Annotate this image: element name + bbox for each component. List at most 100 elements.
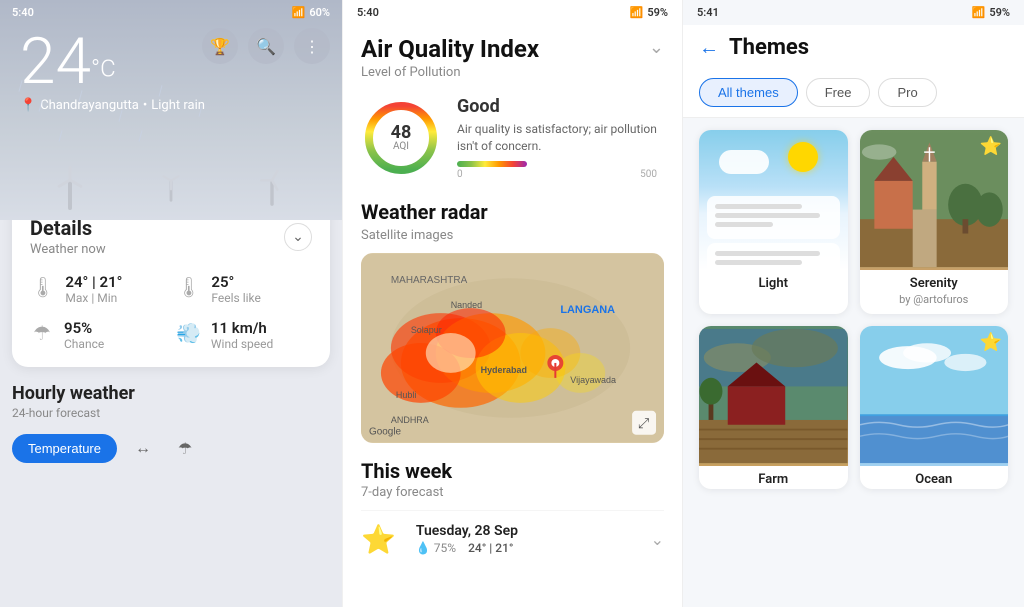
temperature-tab[interactable]: Temperature [12, 434, 117, 463]
aqi-range-bar [457, 161, 527, 167]
top-icons: 🏆 🔍 ⋮ [202, 28, 330, 64]
radar-section: Weather radar Satellite images [361, 200, 664, 443]
status-time-p1: 5:40 [12, 6, 34, 19]
stat-temp-value: 24° | 21° [65, 273, 122, 291]
aqi-title: Air Quality Index [361, 35, 539, 63]
forecast-expand-1[interactable]: ⌄ [651, 530, 664, 549]
windmill-3 [261, 158, 281, 206]
signal-icon-p2: 📶 [630, 6, 644, 19]
stat-feels-like: 🌡 25° Feels like [176, 273, 312, 305]
wind-tab-icon[interactable]: ↔ [127, 432, 159, 464]
svg-text:Hyderabad: Hyderabad [481, 365, 527, 375]
forecast-details-1: 💧 75% 24° | 21° [416, 541, 518, 555]
signal-icon-p3: 📶 [972, 6, 986, 19]
panel-air-quality: 5:40 📶 59% Air Quality Index Level of Po… [342, 0, 682, 607]
svg-text:ANDHRA: ANDHRA [391, 414, 429, 424]
status-time-p2: 5:40 [357, 6, 379, 19]
blade [162, 175, 172, 182]
theme-card-light[interactable]: Light [699, 130, 848, 314]
farm-scene [699, 326, 848, 466]
filter-free[interactable]: Free [806, 78, 871, 107]
forecast-row-1[interactable]: ⭐ Tuesday, 28 Sep 💧 75% 24° | 21° ⌄ [361, 510, 664, 568]
theme-preview-serenity: ⭐ [860, 130, 1009, 270]
details-card: Details Weather now ⌄ 🌡 24° | 21° Max | … [12, 200, 330, 367]
sun-decoration [788, 142, 818, 172]
rain-tab-icon[interactable]: ☂ [169, 432, 201, 464]
panel2-content: Air Quality Index Level of Pollution ⌄ [343, 25, 682, 568]
stat-feels-label: Feels like [211, 291, 261, 305]
stat-chance-group: 95% Chance [64, 319, 104, 351]
stat-temperature: 🌡 24° | 21° Max | Min [30, 273, 166, 305]
radar-svg: MAHARASHTRA LANGANA Solapur Nanded Hyder… [361, 253, 664, 443]
stat-wind-label: Wind speed [211, 337, 273, 351]
battery-p1: 60% [309, 6, 330, 19]
stat-feels-group: 25° Feels like [211, 273, 261, 305]
windmill-2 [163, 162, 180, 201]
star-badge-ocean: ⭐ [980, 332, 1002, 353]
back-button[interactable]: ← [699, 35, 719, 60]
thisweek-title: This week [361, 459, 664, 483]
theme-name-ocean: Ocean [860, 466, 1009, 489]
aqi-gauge-row: 48 AQI Good Air quality is satisfactory;… [361, 96, 664, 180]
rain-icon: ☂ [30, 321, 54, 345]
windmill-1 [58, 154, 82, 210]
weather-stats: 🌡 24° | 21° Max | Min 🌡 25° Feels like ☂… [30, 273, 312, 351]
wind-icon: 💨 [176, 321, 201, 345]
preview-line [715, 222, 773, 227]
signal-icon: 📶 [292, 6, 306, 19]
weather-background: 5:40 📶 60% 24°C 📍 Chandrayangutta • Ligh… [0, 0, 342, 220]
radar-map[interactable]: MAHARASHTRA LANGANA Solapur Nanded Hyder… [361, 253, 664, 443]
temp-unit: °C [91, 55, 116, 83]
blade [170, 181, 172, 191]
filter-pro[interactable]: Pro [878, 78, 936, 107]
feels-like-icon: 🌡 [176, 275, 201, 299]
theme-preview-farm [699, 326, 848, 466]
stat-temp-label: Max | Min [65, 291, 122, 305]
hourly-title: Hourly weather [12, 383, 330, 404]
svg-text:MAHARASHTRA: MAHARASHTRA [391, 275, 468, 286]
aqi-number: 48 AQI [391, 124, 412, 152]
stat-chance-label: Chance [64, 337, 104, 351]
stat-wind-value: 11 km/h [211, 319, 273, 337]
temperature-display: 24°C 📍 Chandrayangutta • Light rain [20, 30, 205, 113]
status-bar-panel2: 5:40 📶 59% [343, 0, 682, 25]
thisweek-subtitle: 7-day forecast [361, 485, 664, 500]
filter-all-themes[interactable]: All themes [699, 78, 798, 107]
preview-line [715, 213, 820, 218]
details-expand-button[interactable]: ⌄ [284, 223, 312, 251]
svg-text:Google: Google [369, 426, 402, 437]
preview-line [715, 260, 802, 265]
hourly-subtitle: 24-hour forecast [12, 406, 330, 420]
status-icons-p2: 📶 59% [630, 6, 668, 19]
temp-number: 24 [20, 24, 91, 99]
aqi-expand-button[interactable]: ⌄ [649, 37, 664, 58]
hourly-tabs: Temperature ↔ ☂ [12, 432, 330, 464]
rain-drop [58, 130, 62, 142]
forecast-date-1: Tuesday, 28 Sep [416, 523, 518, 539]
stat-wind: 💨 11 km/h Wind speed [176, 319, 312, 351]
theme-card-serenity[interactable]: ⭐ [860, 130, 1009, 314]
theme-author-serenity: by @artofuros [860, 293, 1009, 314]
aqi-range-labels: 0 500 [457, 169, 657, 180]
themes-title: Themes [729, 35, 809, 60]
location-text: Chandrayangutta [40, 98, 139, 113]
status-time-p3: 5:41 [697, 6, 719, 19]
trophy-button[interactable]: 🏆 [202, 28, 238, 64]
blade [260, 179, 272, 182]
theme-card-ocean[interactable]: ⭐ Ocean [860, 326, 1009, 489]
theme-card-farm[interactable]: Farm [699, 326, 848, 489]
forecast-item-1: ⭐ Tuesday, 28 Sep 💧 75% 24° | 21° [361, 523, 518, 556]
panel-weather-main: 5:40 📶 60% 24°C 📍 Chandrayangutta • Ligh… [0, 0, 342, 607]
thisweek-section: This week 7-day forecast ⭐ Tuesday, 28 S… [361, 459, 664, 568]
search-button[interactable]: 🔍 [248, 28, 284, 64]
theme-filter-row: All themes Free Pro [683, 68, 1024, 118]
aqi-gauge: 48 AQI [361, 98, 441, 178]
theme-preview-light [699, 130, 848, 270]
location-row: 📍 Chandrayangutta • Light rain [20, 98, 205, 113]
aqi-subtitle: Level of Pollution [361, 65, 539, 80]
radar-subtitle: Satellite images [361, 228, 664, 243]
menu-button[interactable]: ⋮ [294, 28, 330, 64]
aqi-info: Good Air quality is satisfactory; air po… [457, 96, 657, 180]
theme-name-serenity: Serenity [860, 270, 1009, 293]
svg-text:⤢: ⤢ [638, 414, 649, 430]
